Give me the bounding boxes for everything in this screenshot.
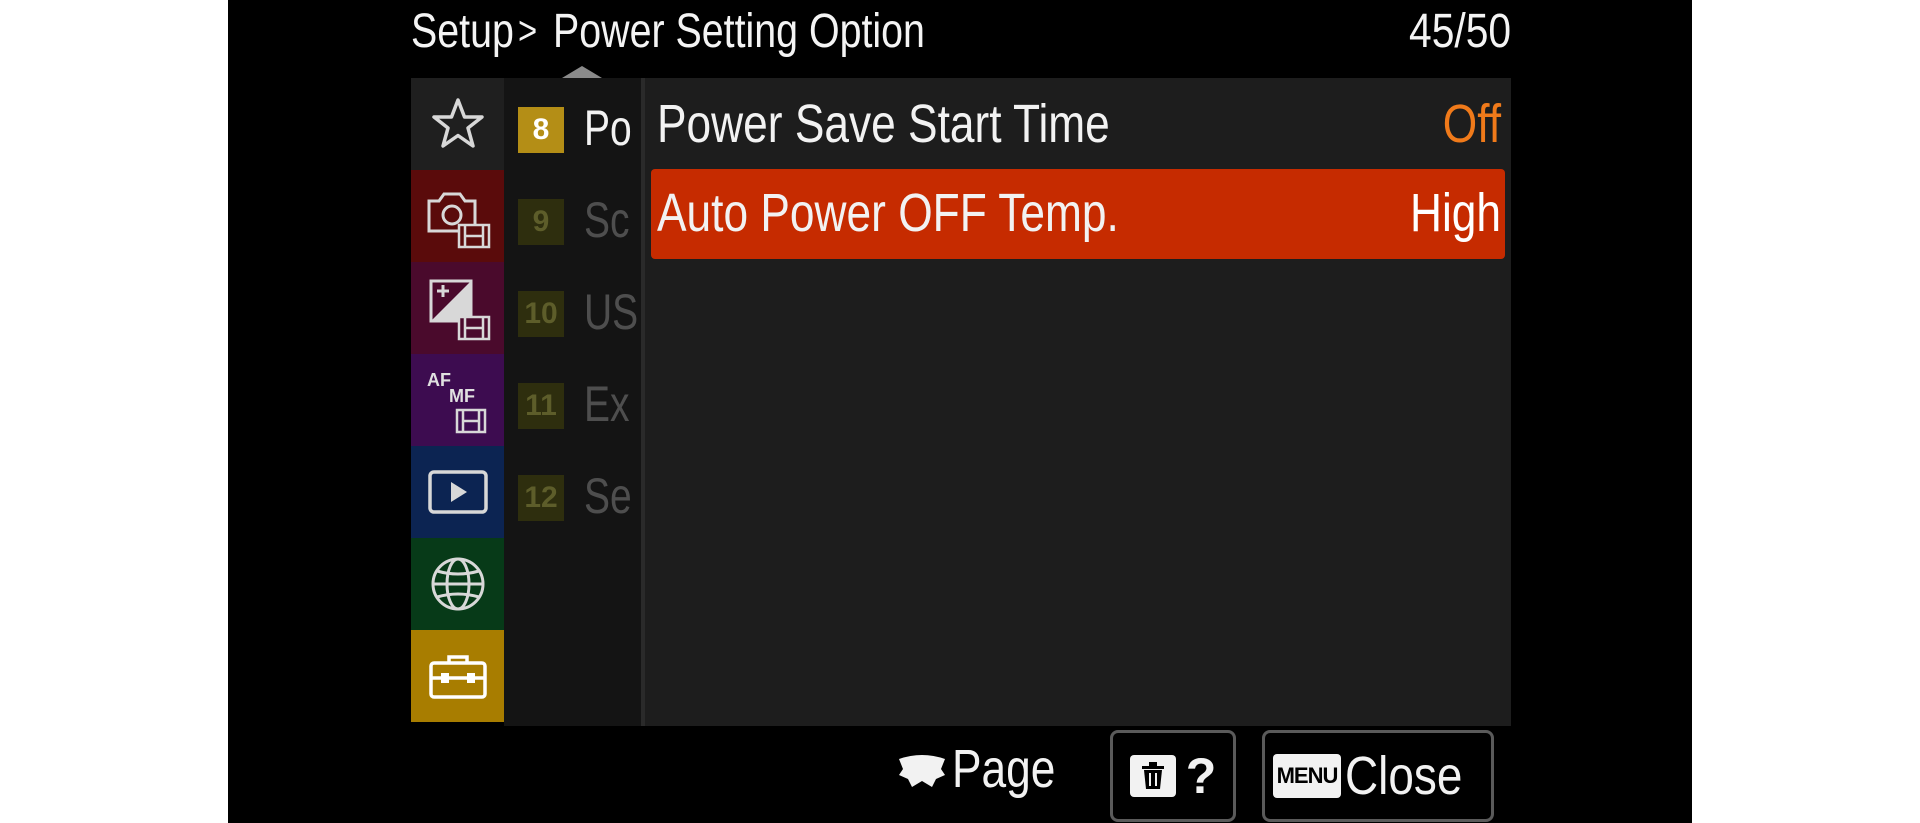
group-item-11[interactable]: 11 Ex	[504, 354, 641, 446]
group-item-10[interactable]: 10 US	[504, 262, 641, 354]
page-hint[interactable]: Page	[896, 738, 1078, 800]
help-icon: ?	[1185, 748, 1217, 804]
tab-setup[interactable]	[411, 630, 504, 722]
toolbox-icon	[428, 655, 487, 699]
control-dial-icon	[899, 755, 945, 787]
svg-text:AF: AF	[427, 370, 451, 390]
breadcrumb-separator: >	[518, 9, 538, 53]
close-button[interactable]: MENU Close	[1262, 730, 1494, 822]
setting-label: Auto Power OFF Temp.	[657, 183, 1119, 243]
setting-value: High	[1409, 183, 1501, 243]
delete-key	[1129, 755, 1176, 797]
tab-network[interactable]	[411, 538, 504, 630]
scroll-up-arrow-icon	[562, 66, 602, 78]
globe-icon	[431, 557, 484, 611]
group-label: Ex	[584, 376, 630, 432]
group-label: Sc	[584, 192, 630, 248]
tab-focus[interactable]: AF MF	[411, 354, 504, 446]
camera-menu-screen: Setup > Power Setting Option 45/50 AF MF…	[228, 0, 1692, 823]
close-label: Close	[1345, 746, 1463, 806]
camera-movie-icon	[427, 192, 490, 249]
group-label: US	[584, 284, 639, 340]
exposure-movie-icon	[429, 279, 490, 341]
svg-text:MF: MF	[449, 386, 475, 406]
setting-auto-power-off-temp[interactable]: Auto Power OFF Temp. High	[651, 169, 1505, 259]
page-counter: 45/50	[1408, 5, 1511, 58]
star-icon	[431, 98, 484, 148]
menu-header: Setup > Power Setting Option 45/50	[411, 0, 1511, 70]
group-number: 9	[518, 199, 564, 245]
group-label: Se	[584, 468, 632, 524]
breadcrumb-current-page: Power Setting Option	[553, 5, 925, 58]
tab-exposure-color[interactable]	[411, 262, 504, 354]
group-item-12[interactable]: 12 Se	[504, 446, 641, 538]
menu-group-list: 8 Po 9 Sc 10 US 11 Ex 12 Se	[504, 78, 641, 726]
setting-value: Off	[1442, 94, 1501, 154]
settings-panel: Power Save Start Time Off Auto Power OFF…	[645, 78, 1511, 726]
af-mf-movie-icon: AF MF	[427, 370, 486, 434]
breadcrumb-setup: Setup	[411, 5, 514, 58]
tab-shooting[interactable]	[411, 170, 504, 262]
group-item-9[interactable]: 9 Sc	[504, 170, 641, 262]
tab-favorites[interactable]	[411, 78, 504, 170]
group-number: 8	[518, 107, 564, 153]
setting-label: Power Save Start Time	[657, 94, 1110, 154]
group-number: 12	[518, 475, 564, 521]
group-label: Po	[584, 100, 632, 156]
tab-playback[interactable]	[411, 446, 504, 538]
category-tab-column: AF MF	[411, 78, 504, 722]
menu-key-icon: MENU	[1272, 754, 1342, 798]
page-label: Page	[952, 739, 1056, 799]
trash-icon	[1141, 762, 1164, 789]
setting-power-save-start-time[interactable]: Power Save Start Time Off	[651, 80, 1505, 170]
play-icon	[427, 470, 488, 514]
group-item-8[interactable]: 8 Po	[504, 78, 641, 170]
group-number: 10	[518, 291, 564, 337]
menu-footer: Page ? MENU Close	[228, 726, 1692, 823]
delete-help-button[interactable]: ?	[1110, 730, 1236, 822]
group-number: 11	[518, 383, 564, 429]
